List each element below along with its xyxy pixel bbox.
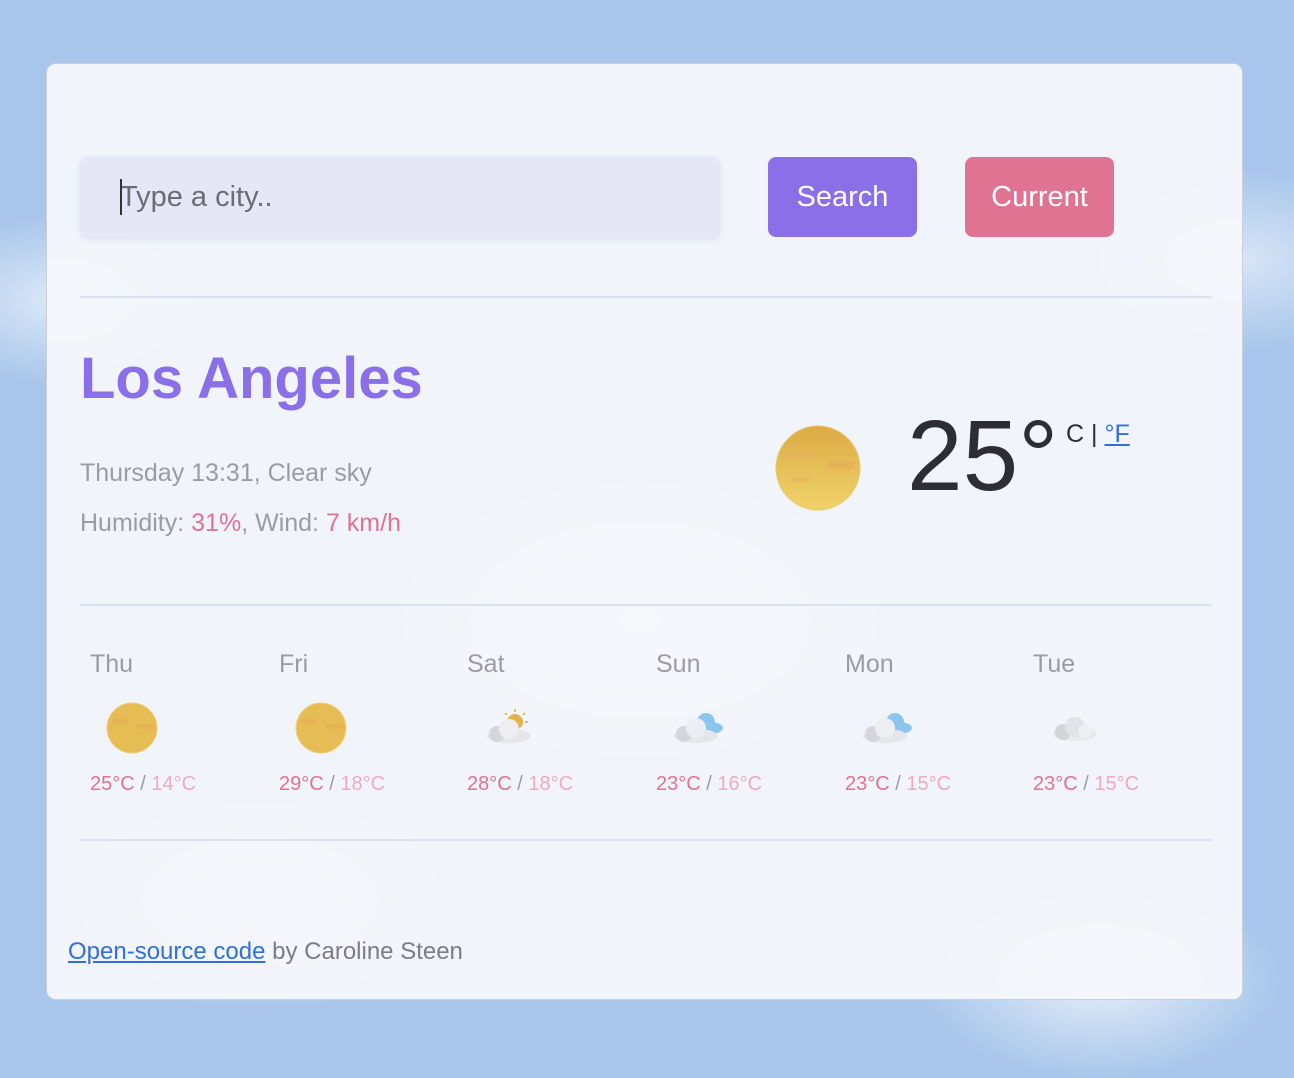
humidity-label: Humidity: — [80, 509, 185, 537]
sun-icon — [775, 425, 861, 511]
forecast-max: 23°C — [1033, 773, 1078, 795]
forecast-max: 28°C — [467, 773, 512, 795]
forecast-min: 18°C — [528, 773, 574, 795]
forecast-max: 23°C — [845, 773, 890, 795]
cloudy-icon — [863, 713, 912, 743]
sun-icon — [106, 702, 158, 754]
current-temperature: 25° — [907, 400, 1059, 512]
unit-separator: | — [1091, 420, 1098, 448]
search-button[interactable]: Search — [768, 157, 917, 237]
grey-cloud-icon — [1053, 717, 1097, 741]
forecast-min: 15°C — [906, 773, 952, 795]
forecast-max: 23°C — [656, 773, 701, 795]
forecast-min: 18°C — [340, 773, 386, 795]
divider — [80, 839, 1212, 841]
celsius-label: C — [1066, 420, 1085, 448]
cloudy-icon — [674, 713, 723, 743]
forecast-day-name: Sat — [467, 650, 505, 678]
wind-label: Wind: — [255, 509, 319, 537]
text-caret — [120, 179, 122, 215]
forecast-day-name: Thu — [90, 650, 134, 678]
forecast-max: 25°C — [90, 773, 135, 795]
condition: Clear sky — [267, 459, 372, 487]
footer-credit: by Caroline Steen — [272, 938, 463, 965]
current-location-button[interactable]: Current — [965, 157, 1114, 237]
forecast-temps: 23°C / 16°C — [656, 773, 763, 795]
forecast-min: 15°C — [1094, 773, 1140, 795]
forecast-max: 29°C — [279, 773, 324, 795]
forecast-day-name: Mon — [845, 650, 894, 678]
date-condition: Thursday 13:31, Clear sky — [80, 459, 372, 487]
forecast-row: Thu 25°C / 14°C Fri 29°C / 18°C Sat 28°C… — [80, 648, 1220, 808]
wind-value: 7 km/h — [325, 509, 401, 537]
forecast-temps: 23°C / 15°C — [1033, 773, 1140, 795]
divider — [80, 296, 1212, 298]
forecast-day-name: Fri — [279, 650, 309, 678]
partly-cloudy-icon — [487, 709, 531, 743]
forecast-temps: 29°C / 18°C — [279, 773, 386, 795]
forecast-min: 14°C — [151, 773, 197, 795]
day-time: Thursday 13:31 — [80, 459, 254, 487]
weather-card: Search Current Los Angeles Thursday 13:3… — [46, 63, 1243, 1000]
humidity-wind: Humidity: 31%, Wind: 7 km/h — [80, 509, 401, 537]
city-name: Los Angeles — [80, 346, 423, 411]
divider — [80, 604, 1212, 606]
footer: Open-source code by Caroline Steen — [68, 938, 463, 966]
forecast-temps: 25°C / 14°C — [90, 773, 197, 795]
source-code-link[interactable]: Open-source code — [68, 938, 265, 965]
forecast-day-name: Sun — [656, 650, 701, 678]
sun-icon — [295, 702, 347, 754]
unit-toggle: C | °F — [1066, 420, 1130, 449]
forecast-min: 16°C — [717, 773, 763, 795]
fahrenheit-link[interactable]: °F — [1104, 420, 1129, 448]
search-form: Search Current — [80, 157, 1180, 237]
forecast-temps: 28°C / 18°C — [467, 773, 574, 795]
forecast-temps: 23°C / 15°C — [845, 773, 952, 795]
forecast-day-name: Tue — [1033, 650, 1076, 678]
humidity-value: 31% — [191, 509, 242, 537]
city-search-input[interactable] — [80, 157, 720, 237]
